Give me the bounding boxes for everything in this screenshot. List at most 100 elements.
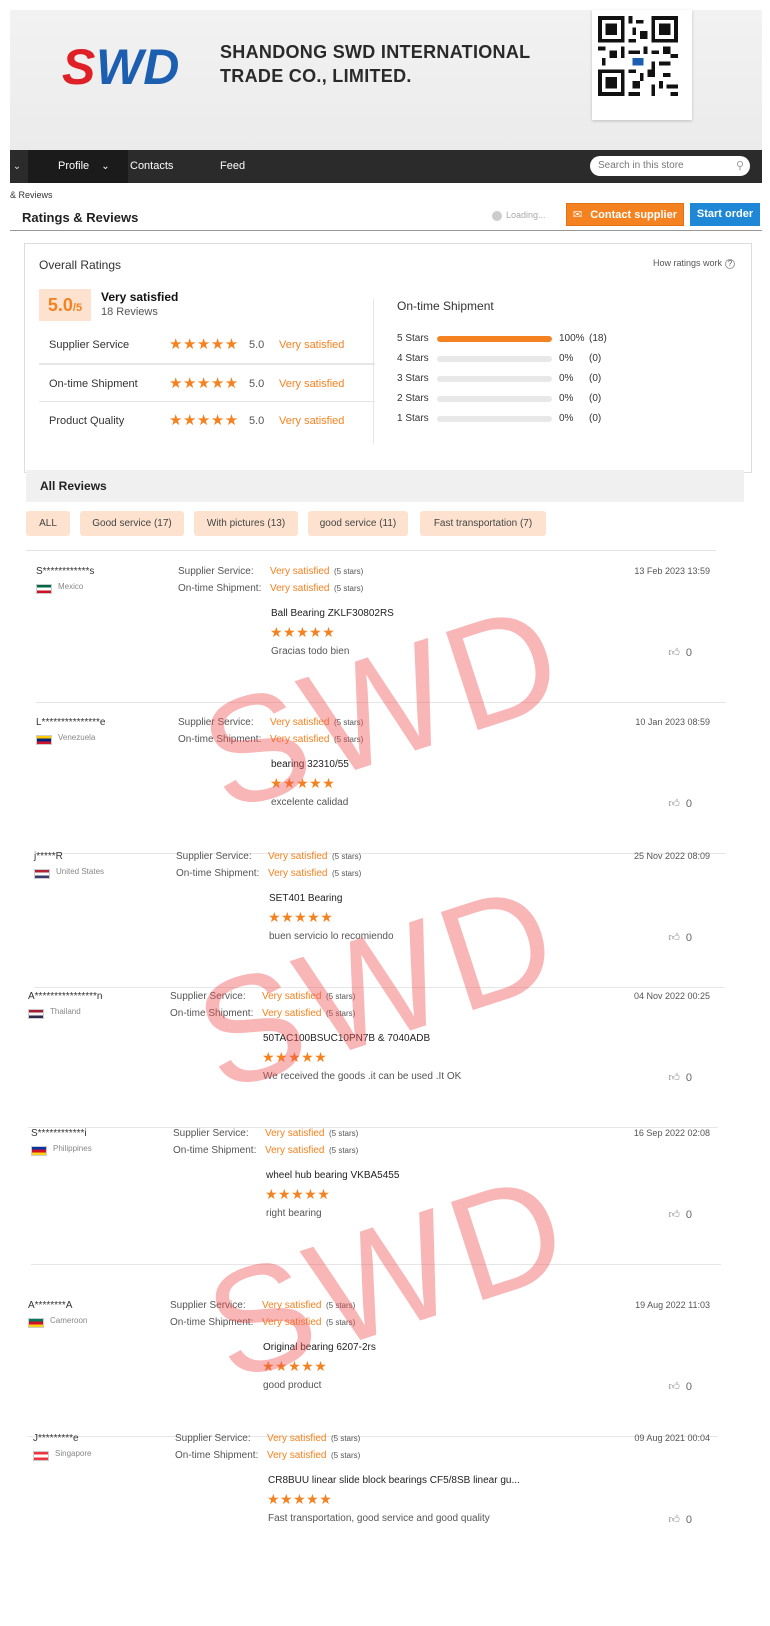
review-item: J*********e Singapore Supplier Service: Ver… [33,1433,710,1583]
filter-all[interactable]: ALL [26,511,70,536]
product-name[interactable]: bearing 32310/55 [271,759,349,770]
on-time-shipment-label: On-time Shipment: [170,1317,254,1328]
product-star-rating-icon: ★★★★★ [267,1491,333,1507]
filter-good-service-lower[interactable]: good service (11) [308,511,408,536]
reviewer-country: Cameroon [50,1316,88,1325]
company-name: SHANDONG SWD INTERNATIONAL TRADE CO., LI… [220,40,530,88]
chevron-down-icon: ⌄ [101,161,110,172]
overall-verdict: Very satisfied [101,290,179,304]
supplier-service-stars: (5 stars) [326,1301,356,1310]
review-item: j*****R United States Supplier Service: Ver… [34,851,724,1001]
product-name[interactable]: Original bearing 6207-2rs [263,1342,376,1353]
thumbs-up-icon: 👍︎ [668,647,680,659]
on-time-shipment-label: On-time Shipment: [178,583,262,594]
thumbs-up-icon: 👍︎ [668,798,680,810]
start-order-button[interactable]: Start order [690,203,760,226]
supplier-service-label: Supplier Service: [173,1128,249,1139]
how-ratings-label: How ratings work [652,258,722,268]
review-item: S************s Mexico Supplier Service: Ver… [36,566,726,716]
breadcrumb[interactable]: & Reviews [10,190,53,200]
country-flag-icon [28,1009,44,1019]
distribution-percent: 0% [559,353,574,364]
supplier-service-stars: (5 stars) [334,567,364,576]
search-icon[interactable]: ⚲ [736,156,744,176]
like-button[interactable]: 👍︎ 0 [668,1208,692,1221]
company-line-2: TRADE CO., LIMITED. [220,66,412,86]
loading-indicator: Loading... [492,210,546,221]
reviewer-name: J*********e [33,1433,79,1444]
product-name[interactable]: 50TAC100BSUC10PN7B & 7040ADB [263,1033,430,1044]
supplier-service-label: Supplier Service: [178,717,254,728]
nav-chevron-icon[interactable]: ⌄ [10,150,24,183]
product-name[interactable]: Ball Bearing ZKLF30802RS [271,608,394,619]
reviewer-country: Philippines [53,1144,92,1153]
loading-icon [492,210,502,221]
overall-score: 5.0/5 [39,289,91,321]
contact-supplier-button[interactable]: ✉ Contact supplier [566,203,684,226]
on-time-shipment-value: Very satisfied [267,1450,327,1461]
filter-fast-transportation[interactable]: Fast transportation (7) [420,511,546,536]
metric-label: Very satisfied [279,378,345,390]
distribution-label: 2 Stars [397,393,429,404]
distribution-row: 2 Stars 0% (0) [397,392,717,406]
like-count: 0 [685,647,692,659]
like-button[interactable]: 👍︎ 0 [668,797,692,810]
metric-value: 5.0 [249,415,265,427]
reviewer-name: L***************e [36,717,106,728]
metric-name: Supplier Service [49,339,130,351]
product-name[interactable]: wheel hub bearing VKBA5455 [266,1170,399,1181]
product-name[interactable]: CR8BUU linear slide block bearings CF5/8… [268,1475,520,1486]
nav-profile[interactable]: Profile ⌄ [28,150,128,183]
swd-logo: S WD [62,40,179,92]
on-time-shipment-value: Very satisfied [262,1317,322,1328]
distribution-label: 5 Stars [397,333,429,344]
distribution-count: (0) [589,373,602,384]
supplier-service-label: Supplier Service: [175,1433,251,1444]
supplier-service-value: Very satisfied [270,566,330,577]
question-icon: ? [725,259,735,269]
distribution-row: 3 Stars 0% (0) [397,372,717,386]
product-name[interactable]: SET401 Bearing [269,893,342,904]
qr-code-card [592,10,692,120]
like-count: 0 [685,798,692,810]
like-button[interactable]: 👍︎ 0 [668,1071,692,1084]
filter-with-pictures[interactable]: With pictures (13) [194,511,298,536]
product-star-rating-icon: ★★★★★ [265,1186,331,1202]
review-comment: buen servicio lo recomiendo [269,931,394,942]
distribution-row: 1 Stars 0% (0) [397,412,717,426]
like-button[interactable]: 👍︎ 0 [668,646,692,659]
distribution-title: On-time Shipment [397,299,494,313]
product-star-rating-icon: ★★★★★ [270,775,336,791]
panel-divider [373,299,374,444]
review-item: S************i Philippines Supplier Servic… [31,1128,721,1278]
how-ratings-work-link[interactable]: How ratings work? [653,258,735,269]
on-time-shipment-value: Very satisfied [270,583,330,594]
store-search-input[interactable]: Search in this store ⚲ [590,156,750,176]
supplier-service-stars: (5 stars) [334,718,364,727]
on-time-shipment-label: On-time Shipment: [170,1008,254,1019]
metric-product-quality[interactable]: Product Quality ★★★★★ 5.0 Very satisfied [39,402,375,440]
on-time-shipment-value: Very satisfied [268,868,328,879]
nav-contacts[interactable]: Contacts [130,150,173,183]
reviewer-name: S************i [31,1128,87,1139]
review-date: 09 Aug 2021 00:04 [634,1433,710,1443]
review-count: 18 Reviews [101,306,158,318]
like-button[interactable]: 👍︎ 0 [668,1380,692,1393]
country-flag-icon [34,869,50,879]
distribution-bar [437,356,552,362]
distribution-count: (18) [589,333,607,344]
like-count: 0 [685,1514,692,1526]
reviewer-country: Thailand [50,1007,81,1016]
review-item: A****************n Thailand Supplier Servi… [28,991,718,1141]
nav-feed[interactable]: Feed [220,150,245,183]
metric-on-time-shipment[interactable]: On-time Shipment ★★★★★ 5.0 Very satisfie… [39,364,375,402]
like-button[interactable]: 👍︎ 0 [668,931,692,944]
filter-good-service[interactable]: Good service (17) [80,511,184,536]
supplier-service-label: Supplier Service: [170,1300,246,1311]
metric-supplier-service[interactable]: Supplier Service ★★★★★ 5.0 Very satisfie… [39,326,375,364]
store-banner: S WD SHANDONG SWD INTERNATIONAL TRADE CO… [10,10,762,150]
review-date: 16 Sep 2022 02:08 [633,1128,710,1138]
star-rating-icon: ★★★★★ [169,336,239,353]
like-button[interactable]: 👍︎ 0 [668,1513,692,1526]
supplier-service-label: Supplier Service: [170,991,246,1002]
